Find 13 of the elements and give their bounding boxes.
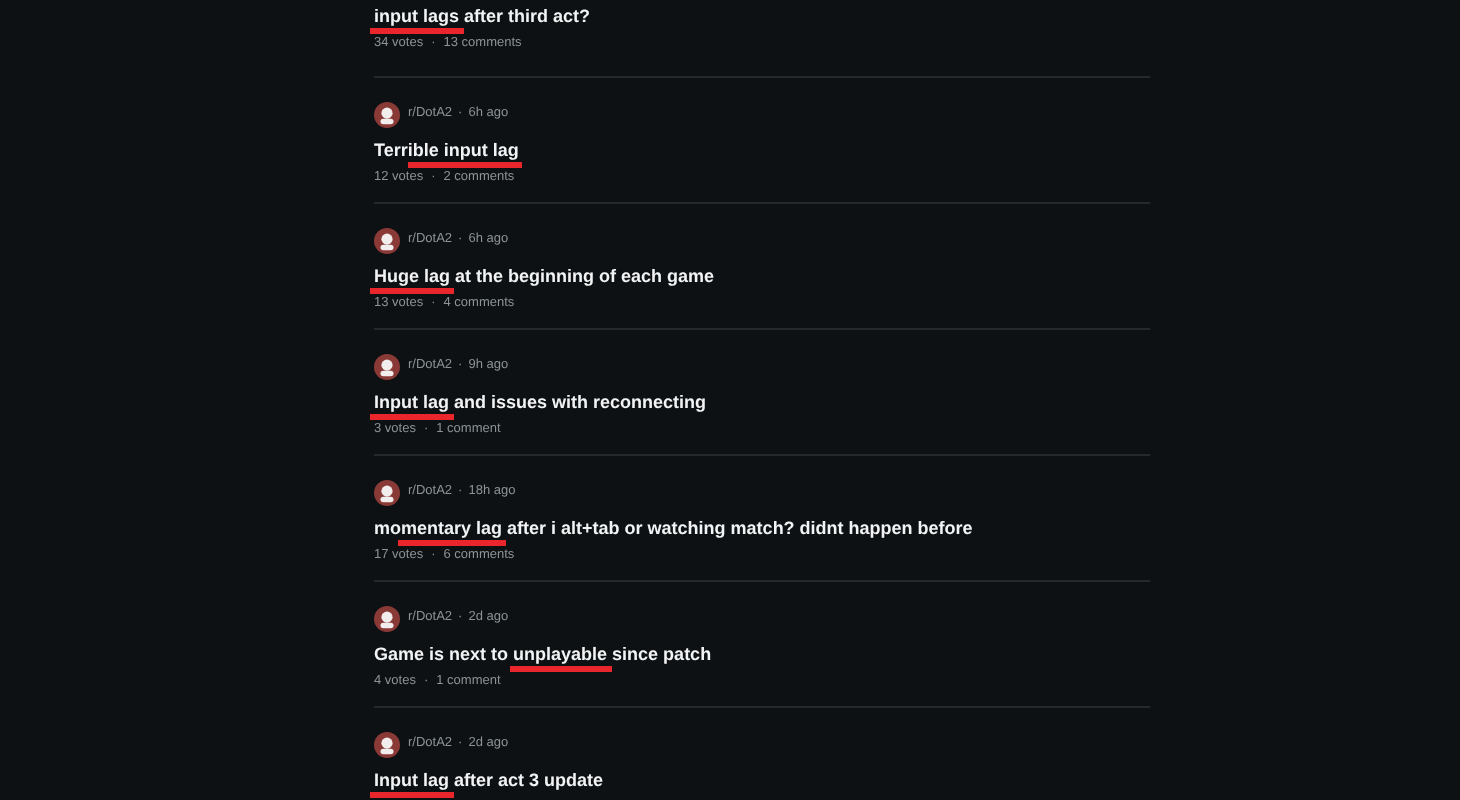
avatar-icon	[374, 227, 400, 253]
avatar-icon	[374, 479, 400, 505]
avatar-icon	[374, 353, 400, 379]
post-title[interactable]: Input lag and issues with reconnecting	[374, 390, 707, 414]
post-title[interactable]: Huge lag at the beginning of each game	[374, 264, 715, 288]
avatar-icon	[374, 101, 400, 127]
post-title[interactable]: input lags after third act?	[374, 4, 591, 28]
avatar-icon	[374, 731, 400, 757]
post-title[interactable]: Game is next to unplayable since patch	[374, 642, 712, 666]
post-title[interactable]: momentary lag after i alt+tab or watching match? didnt happen before	[374, 516, 973, 540]
post-title[interactable]: Input lag after act 3 update	[374, 768, 604, 792]
avatar-icon	[374, 605, 400, 631]
post-title[interactable]: Terrible input lag	[374, 138, 519, 162]
